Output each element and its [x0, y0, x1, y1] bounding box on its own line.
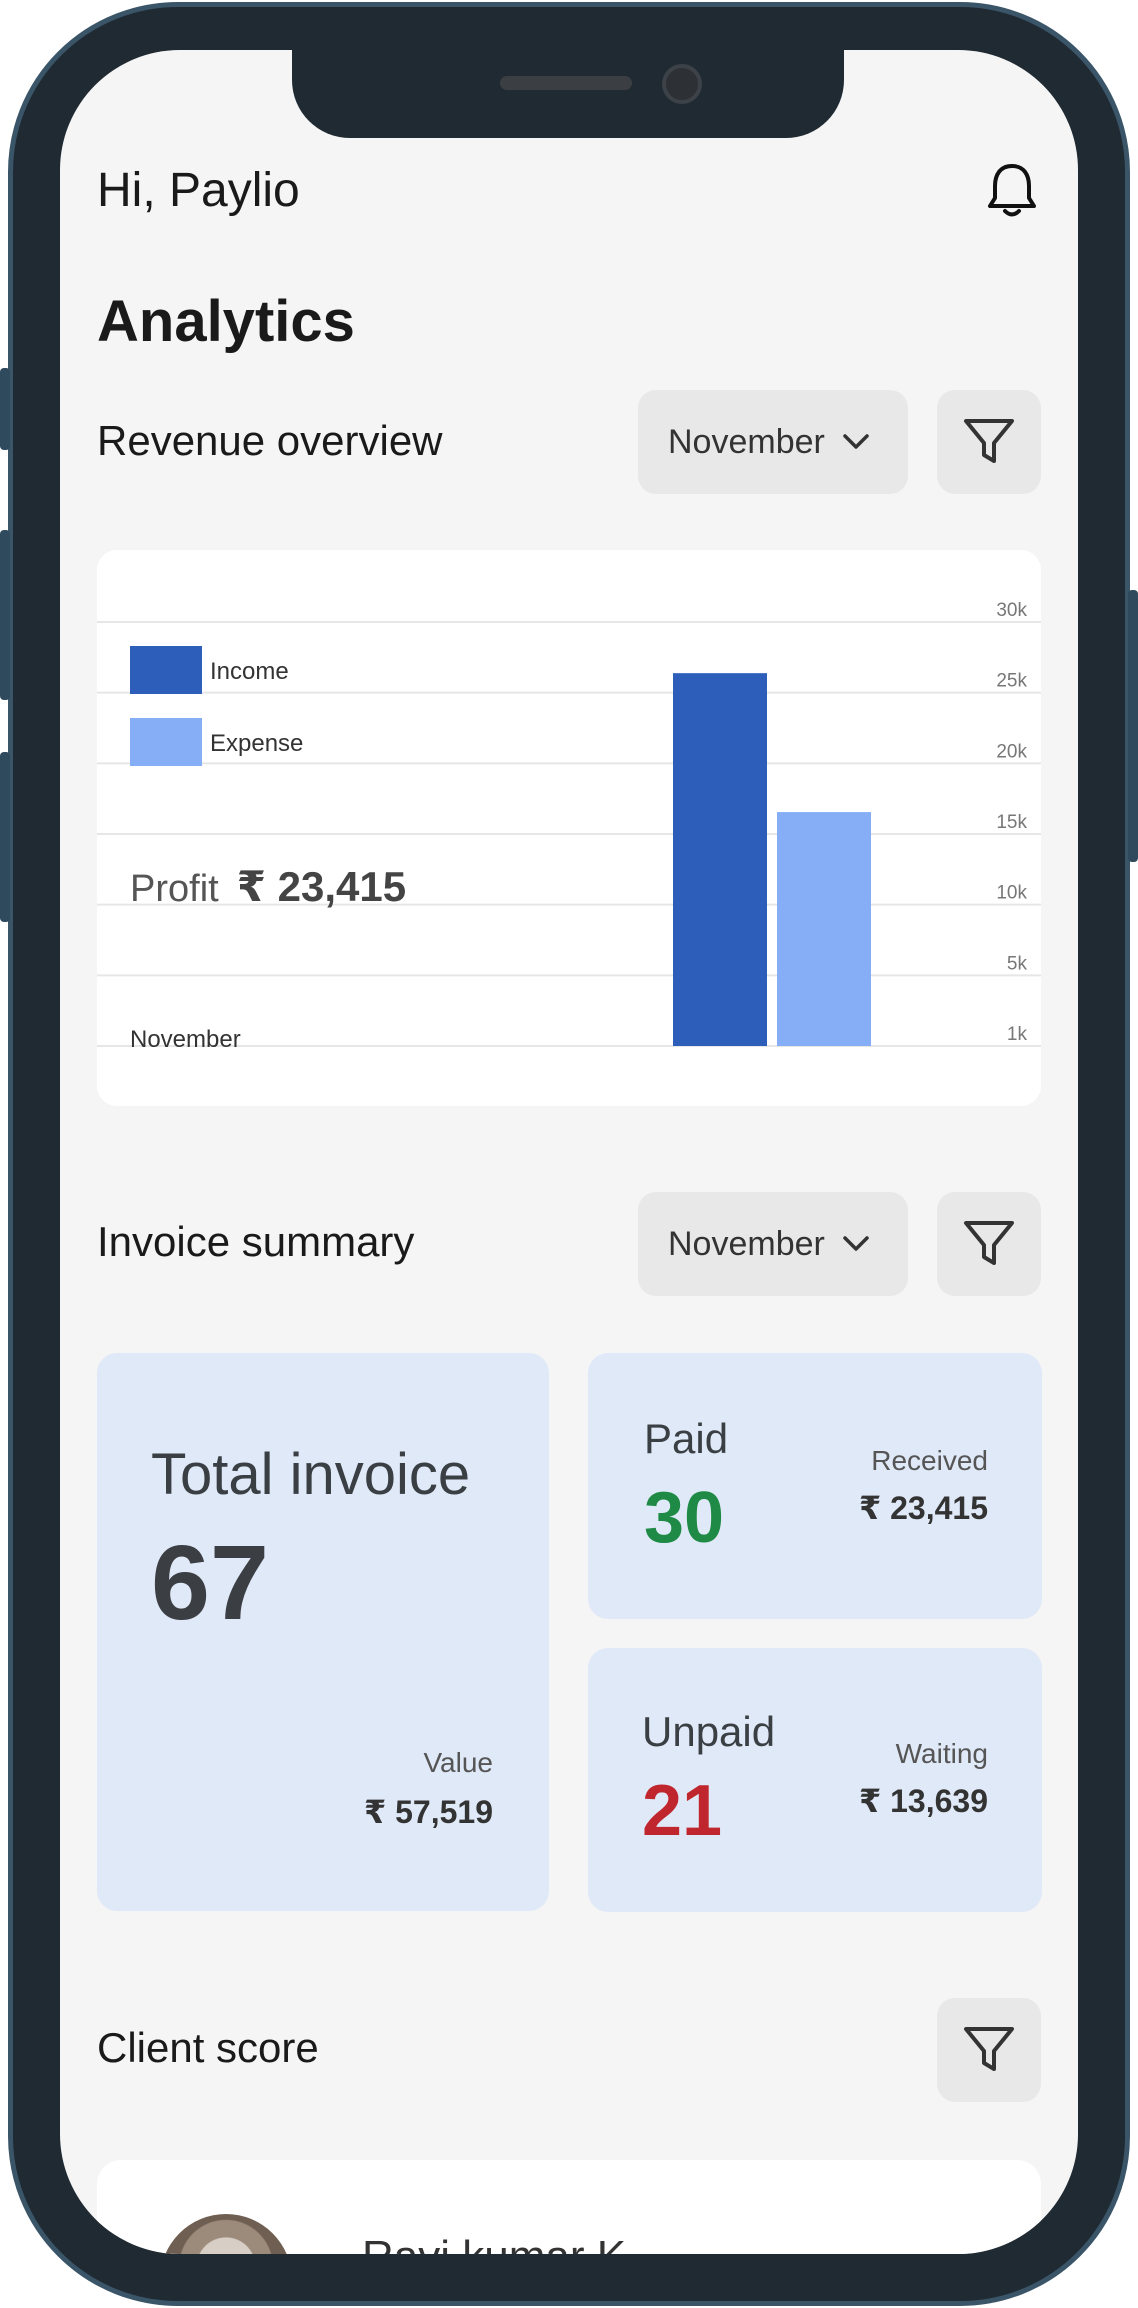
y-tick-label: 1k: [1007, 1024, 1028, 1045]
filter-icon: [964, 2027, 1014, 2071]
y-tick-label: 5k: [1007, 953, 1028, 974]
total-invoice-value: ₹ 57,519: [363, 1794, 493, 1830]
paid-received-label: Received: [871, 1445, 988, 1476]
y-tick-label: 30k: [996, 600, 1027, 621]
paid-received-amount: ₹ 23,415: [858, 1490, 988, 1526]
side-button: [0, 752, 10, 922]
legend-label-income: Income: [210, 658, 289, 685]
filter-icon: [964, 1221, 1014, 1265]
total-invoice-label: Total invoice: [151, 1442, 471, 1507]
unpaid-invoice-card[interactable]: Unpaid 21 Waiting ₹ 13,639: [588, 1648, 1042, 1912]
legend-label-expense: Expense: [210, 730, 304, 757]
invoice-month-dropdown[interactable]: November: [638, 1192, 908, 1296]
chart-month-label: November: [130, 1026, 241, 1053]
bell-icon: [988, 164, 1036, 217]
y-tick-label: 15k: [996, 812, 1027, 833]
chevron-down-icon: [843, 1236, 869, 1251]
bar-income[interactable]: [673, 673, 767, 1046]
legend-swatch-expense: [130, 718, 202, 766]
side-button: [1128, 590, 1138, 862]
total-invoice-value-label: Value: [423, 1747, 493, 1778]
notch: [292, 50, 844, 138]
invoice-summary-title: Invoice summary: [97, 1218, 415, 1265]
profit-summary: Profit ₹ 23,415: [130, 862, 406, 911]
profit-label: Profit: [130, 868, 219, 910]
paid-invoice-card[interactable]: Paid 30 Received ₹ 23,415: [588, 1353, 1042, 1619]
speaker: [500, 76, 632, 90]
paid-count: 30: [644, 1478, 725, 1558]
client-name: Ravi kumar K: [362, 2232, 626, 2254]
revenue-filter-button[interactable]: [937, 390, 1041, 494]
invoice-month-value: November: [668, 1224, 825, 1263]
notification-button[interactable]: [985, 160, 1039, 220]
y-tick-label: 25k: [996, 671, 1027, 692]
revenue-month-dropdown[interactable]: November: [638, 390, 908, 494]
total-invoice-count: 67: [151, 1524, 269, 1642]
revenue-month-value: November: [668, 422, 825, 461]
unpaid-count: 21: [642, 1771, 723, 1851]
revenue-bar-chart: 1k 5k 10k 15k 20k 25k 30k: [97, 600, 1041, 1047]
invoice-filter-button[interactable]: [937, 1192, 1041, 1296]
chevron-down-icon: [843, 434, 869, 449]
client-score-title: Client score: [97, 2024, 319, 2071]
revenue-overview-title: Revenue overview: [97, 417, 443, 464]
page-title: Analytics: [97, 289, 355, 354]
y-tick-label: 10k: [996, 883, 1027, 904]
side-button: [0, 530, 10, 700]
unpaid-label: Unpaid: [642, 1708, 776, 1755]
bar-expense[interactable]: [777, 812, 871, 1046]
filter-icon: [964, 419, 1014, 463]
unpaid-waiting-amount: ₹ 13,639: [858, 1783, 988, 1819]
paid-label: Paid: [644, 1415, 729, 1462]
total-invoice-card[interactable]: Total invoice 67 Value ₹ 57,519: [97, 1353, 549, 1911]
side-button: [0, 368, 10, 450]
client-filter-button[interactable]: [937, 1998, 1041, 2102]
profit-value: ₹ 23,415: [236, 863, 407, 910]
legend-swatch-income: [130, 646, 202, 694]
camera: [662, 64, 702, 104]
y-tick-label: 20k: [996, 741, 1027, 762]
app-screen: Hi, Paylio Analytics Revenue overview No…: [60, 50, 1078, 2254]
greeting: Hi, Paylio: [97, 164, 300, 217]
revenue-chart-card: 1k 5k 10k 15k 20k 25k 30k Income Expense Profi…: [97, 550, 1041, 1106]
unpaid-waiting-label: Waiting: [895, 1738, 988, 1769]
